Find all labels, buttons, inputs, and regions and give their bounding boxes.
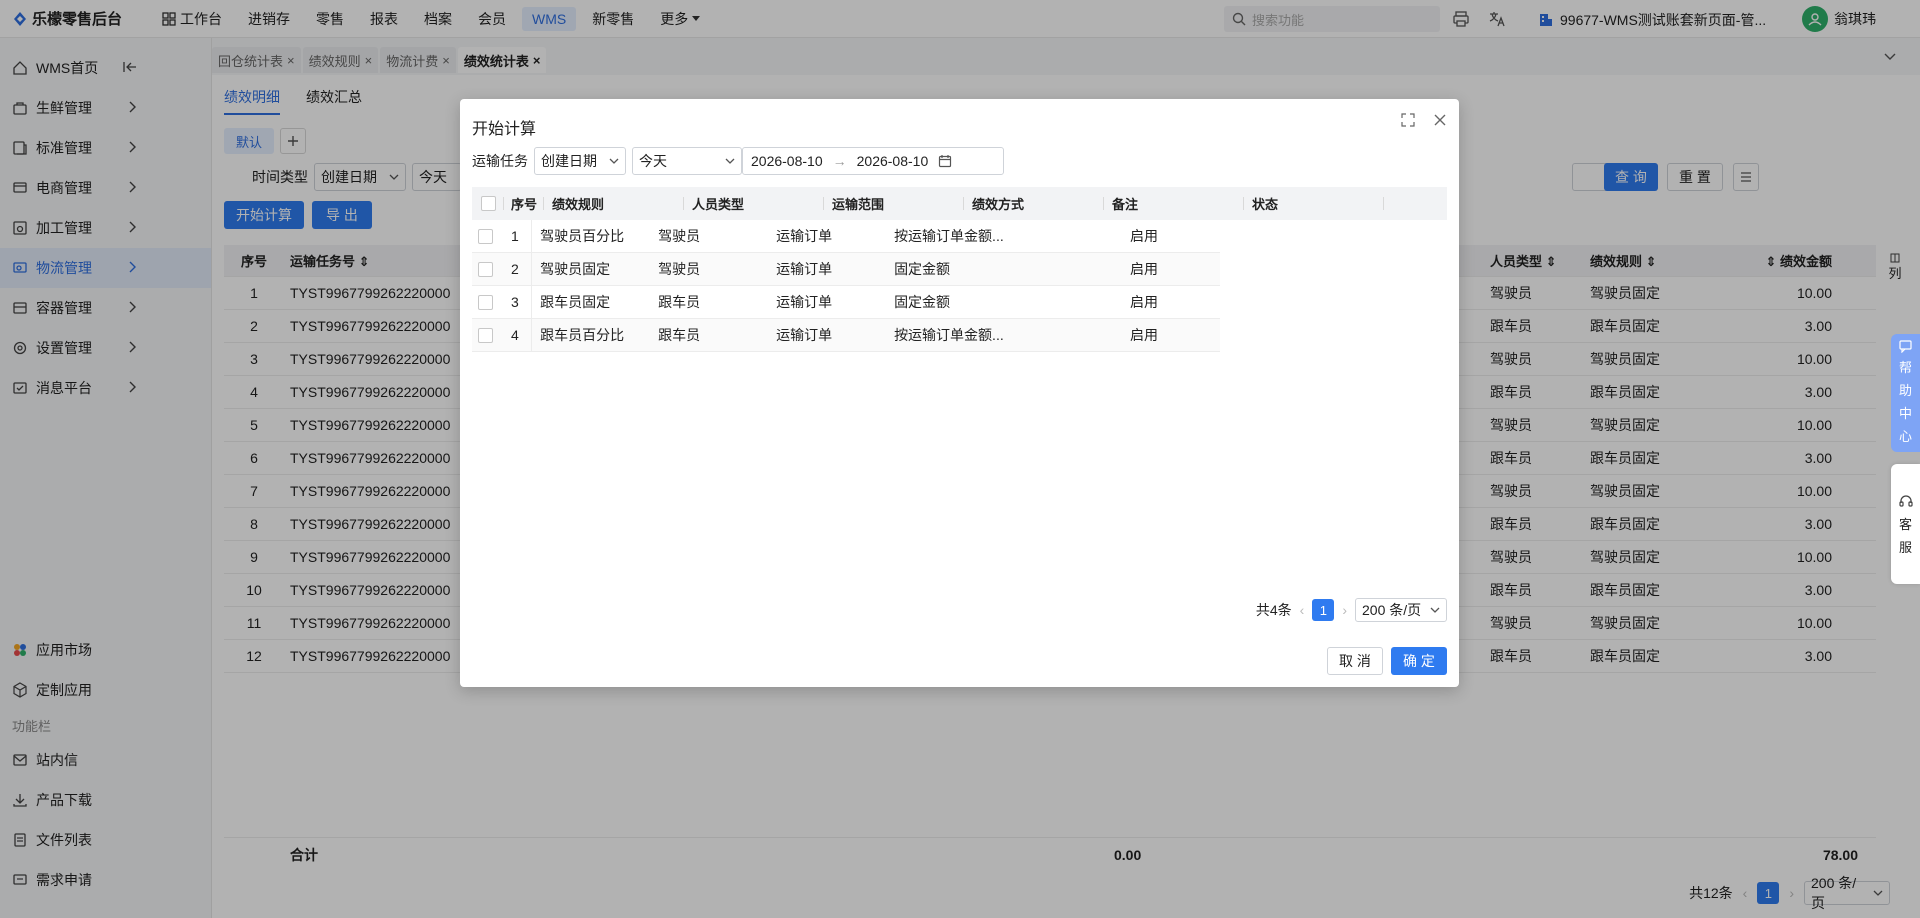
help-char: 中 [1898, 406, 1912, 421]
cell-no: 4 [499, 319, 533, 351]
cell-ptype: 驾驶员 [658, 261, 701, 277]
rules-table: 序号 绩效规则 人员类型 运输范围 绩效方式 备注 状态 1 驾驶员百分比 驾驶员运… [472, 187, 1447, 352]
chevron-down-icon [609, 158, 619, 164]
col-scope: 运输范围 [824, 187, 964, 220]
start-calc-modal: 开始计算 运输任务 创建日期 今天 2026-08-10 → 2026-08-1… [460, 99, 1459, 687]
next-page-icon[interactable]: › [1342, 602, 1347, 618]
col-no: 序号 [504, 187, 544, 220]
chevron-down-icon [725, 158, 735, 164]
cell-status: 启用 [1130, 294, 1158, 310]
col-filler [1384, 187, 1447, 220]
cell-rule: 跟车员百分比 [540, 327, 625, 343]
modal-actions [1401, 113, 1447, 127]
cell-rule: 跟车员固定 [540, 294, 611, 310]
cell-note [1004, 220, 1122, 252]
col-ptype: 人员类型 [684, 187, 824, 220]
chat-icon [1899, 340, 1912, 353]
calendar-icon [938, 154, 952, 168]
cell-ptype: 驾驶员 [658, 228, 701, 244]
prev-page-icon[interactable]: ‹ [1300, 602, 1305, 618]
col-status: 状态 [1244, 187, 1384, 220]
modal-title: 开始计算 [472, 121, 537, 138]
pager-total: 共4条 [1255, 602, 1292, 618]
chevron-down-icon [1430, 607, 1440, 613]
cell-rule: 驾驶员百分比 [540, 228, 625, 244]
cell-note [1004, 286, 1122, 318]
modal-date-type-select[interactable]: 创建日期 [534, 147, 626, 175]
row-checkbox[interactable] [472, 220, 499, 252]
select-value: 今天 [639, 153, 667, 169]
cell-note [1004, 253, 1122, 285]
cell-rule: 驾驶员固定 [540, 261, 611, 277]
row-checkbox[interactable] [472, 253, 499, 285]
cell-no: 3 [499, 286, 533, 318]
cell-scope: 运输订单 [776, 327, 833, 343]
date-separator: → [832, 153, 847, 169]
modal-footer: 取 消 确 定 [1327, 647, 1447, 675]
cell-method: 按运输订单金额... [894, 228, 1004, 244]
cell-note [1004, 319, 1122, 351]
select-value: 200 条/页 [1362, 602, 1422, 618]
confirm-button[interactable]: 确 定 [1391, 647, 1447, 675]
modal-range-select[interactable]: 今天 [632, 147, 742, 175]
select-all-checkbox[interactable] [472, 187, 504, 220]
rule-row[interactable]: 1 驾驶员百分比 驾驶员 运输订单 按运输订单金额... 启用 [472, 220, 1220, 253]
date-end[interactable]: 2026-08-10 [857, 153, 929, 169]
help-center-button[interactable]: 帮 助 中 心 [1891, 334, 1920, 452]
modal-pagination: 共4条 ‹ 1 › 200 条/页 [1256, 598, 1447, 622]
rule-row[interactable]: 4 跟车员百分比 跟车员 运输订单 按运输订单金额... 启用 [472, 319, 1220, 352]
help-char: 心 [1898, 429, 1912, 444]
modal-filter: 运输任务 创建日期 今天 2026-08-10 → 2026-08-10 [472, 147, 1004, 175]
cell-scope: 运输订单 [776, 294, 833, 310]
cell-method: 固定金额 [894, 294, 951, 310]
cs-char: 服 [1898, 540, 1912, 555]
cell-scope: 运输订单 [776, 228, 833, 244]
rules-table-header: 序号 绩效规则 人员类型 运输范围 绩效方式 备注 状态 [472, 187, 1447, 220]
help-char: 助 [1898, 383, 1912, 398]
cell-scope: 运输订单 [776, 261, 833, 277]
cancel-button[interactable]: 取 消 [1327, 647, 1383, 675]
filter-label: 运输任务 [472, 153, 528, 169]
modal-date-range[interactable]: 2026-08-10 → 2026-08-10 [742, 147, 1004, 175]
row-checkbox[interactable] [472, 286, 499, 318]
cell-no: 2 [499, 253, 533, 285]
page-size-select[interactable]: 200 条/页 [1355, 598, 1447, 622]
cell-ptype: 跟车员 [658, 327, 701, 343]
col-method: 绩效方式 [964, 187, 1104, 220]
rule-row[interactable]: 2 驾驶员固定 驾驶员 运输订单 固定金额 启用 [472, 253, 1220, 286]
row-checkbox[interactable] [472, 319, 499, 351]
col-note: 备注 [1104, 187, 1244, 220]
date-start[interactable]: 2026-08-10 [751, 153, 823, 169]
cell-no: 1 [499, 220, 533, 252]
fullscreen-icon[interactable] [1401, 113, 1415, 127]
customer-service-button[interactable]: 客 服 [1891, 464, 1920, 584]
page-number[interactable]: 1 [1312, 599, 1335, 621]
cell-status: 启用 [1130, 327, 1158, 343]
help-char: 帮 [1898, 360, 1912, 375]
rule-row[interactable]: 3 跟车员固定 跟车员 运输订单 固定金额 启用 [472, 286, 1220, 319]
cell-ptype: 跟车员 [658, 294, 701, 310]
close-icon[interactable] [1433, 113, 1447, 127]
cell-status: 启用 [1130, 228, 1158, 244]
cell-status: 启用 [1130, 261, 1158, 277]
rules-table-body: 1 驾驶员百分比 驾驶员 运输订单 按运输订单金额... 启用 2 驾驶员固定 驾驶员 运输订单固… [472, 220, 1447, 352]
select-value: 创建日期 [541, 153, 597, 169]
cs-char: 客 [1898, 517, 1912, 532]
headset-icon [1898, 494, 1914, 510]
cell-method: 按运输订单金额... [894, 327, 1004, 343]
cell-method: 固定金额 [894, 261, 951, 277]
col-rule: 绩效规则 [544, 187, 684, 220]
